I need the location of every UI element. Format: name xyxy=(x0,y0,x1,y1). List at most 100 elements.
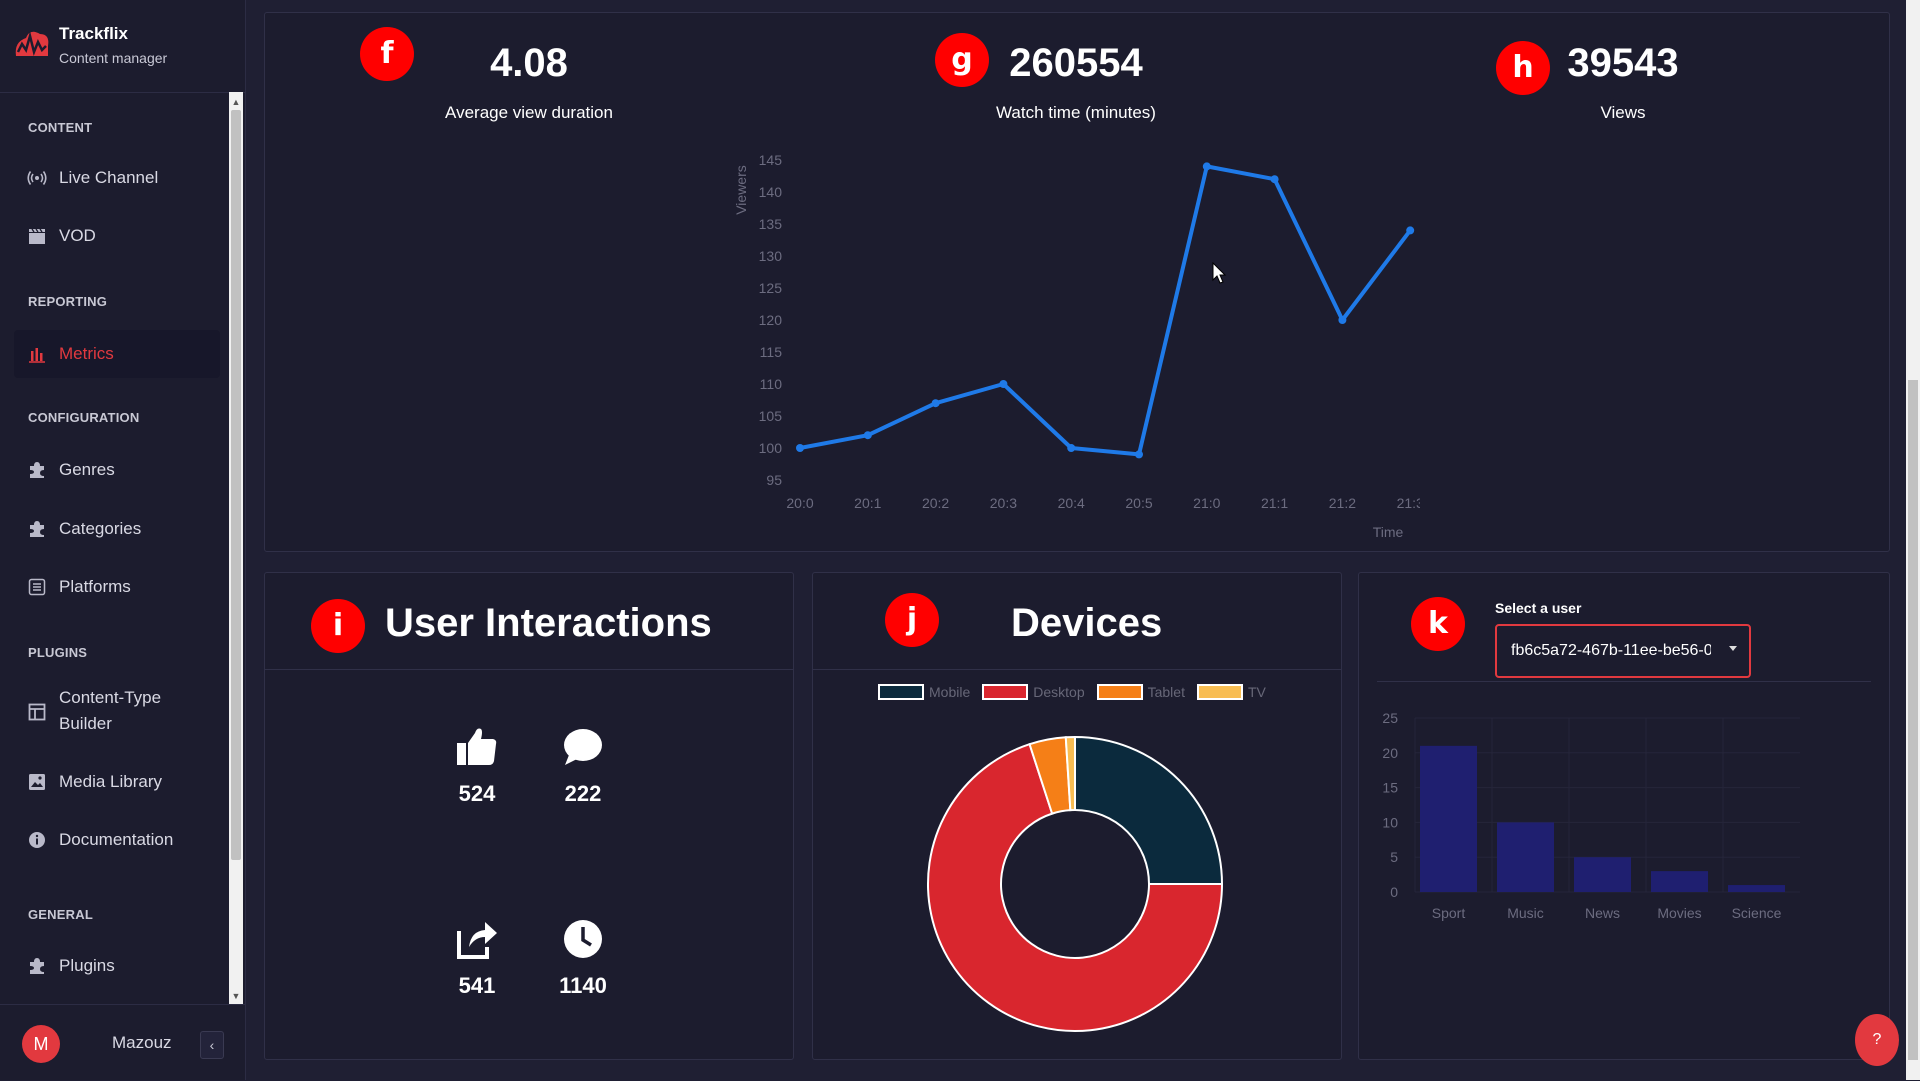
sidebar-item-genres[interactable]: Genres xyxy=(14,446,220,494)
thumbs-up-icon xyxy=(457,728,497,765)
avatar[interactable]: M xyxy=(22,1025,60,1063)
viewers-data-point xyxy=(1270,175,1279,184)
scroll-up-arrow-icon[interactable]: ▲ xyxy=(229,94,243,110)
watch-time-value: 260554 xyxy=(1009,41,1143,85)
x-tick-label: 20:0 xyxy=(786,495,813,511)
sidebar-item-metrics[interactable]: Metrics xyxy=(14,330,220,378)
puzzle-icon xyxy=(27,519,47,539)
y-tick-label: 5 xyxy=(1390,849,1398,865)
legend-swatch[interactable] xyxy=(982,684,1029,700)
user-select[interactable]: fb6c5a72-467b-11ee-be56-0242ac120002 xyxy=(1495,624,1751,678)
mouse-cursor-icon xyxy=(1212,262,1227,284)
section-content: CONTENT xyxy=(28,120,93,135)
legend-label[interactable]: Desktop xyxy=(1033,684,1084,700)
badge-k: k xyxy=(1411,597,1465,651)
viewers-data-point xyxy=(796,444,804,452)
share-icon xyxy=(457,922,497,959)
section-general: GENERAL xyxy=(28,907,93,922)
user-footer: M Mazouz ‹ xyxy=(0,1004,245,1081)
scroll-down-arrow-icon[interactable]: ▼ xyxy=(229,988,243,1004)
x-tick-label: 20:1 xyxy=(854,495,881,511)
page-scrollbar-thumb[interactable] xyxy=(1908,380,1918,1060)
trackflix-logo-icon xyxy=(15,31,49,57)
views-value: 39543 xyxy=(1567,41,1679,85)
donut-slice-mobile xyxy=(1074,735,1224,885)
sidebar-item-label-line2: Builder xyxy=(59,714,112,733)
bar-news xyxy=(1574,857,1631,892)
y-tick-label: 120 xyxy=(759,312,783,328)
broadcast-icon xyxy=(27,168,47,188)
sidebar-item-platforms[interactable]: Platforms xyxy=(14,563,220,611)
sidebar-item-plugins[interactable]: Plugins xyxy=(14,942,220,990)
legend-swatch[interactable] xyxy=(878,684,924,700)
x-tick-label: 20:3 xyxy=(990,495,1017,511)
legend-label[interactable]: Mobile xyxy=(929,684,970,700)
select-user-label: Select a user xyxy=(1495,600,1582,616)
sidebar-item-content-type-builder[interactable]: Content-Type Builder xyxy=(14,680,220,744)
x-tick-label: Music xyxy=(1507,905,1544,921)
brand-subtitle: Content manager xyxy=(59,50,168,66)
viewers-series-line xyxy=(799,164,1412,457)
x-tick-label: Movies xyxy=(1657,905,1701,921)
average-view-duration-value: 4.08 xyxy=(490,41,568,85)
x-tick-label: 21:3 xyxy=(1397,495,1420,511)
sidebar-item-live-channel[interactable]: Live Channel xyxy=(14,154,220,202)
viewers-data-point xyxy=(999,380,1008,388)
sidebar-item-label: Categories xyxy=(59,519,142,538)
sidebar-item-label: Genres xyxy=(59,460,115,479)
sidebar-item-label: VOD xyxy=(59,226,96,245)
y-tick-label: 100 xyxy=(759,440,783,456)
devices-donut-chart xyxy=(927,735,1224,1032)
y-tick-label: 105 xyxy=(759,408,783,424)
legend-swatch[interactable] xyxy=(1096,684,1143,700)
section-plugins: PLUGINS xyxy=(28,645,88,660)
divider xyxy=(1377,681,1871,682)
sidebar-scrollbar-thumb[interactable] xyxy=(231,110,241,860)
brand-title: Trackflix xyxy=(59,24,128,43)
viewers-line-chart: 95 100 105 110 115 120 125 130 135 140 145 20:0 20:1… xyxy=(733,152,1420,540)
brand-header: Trackflix Content manager xyxy=(0,0,245,93)
x-tick-label: 20:5 xyxy=(1125,495,1152,511)
watch-time-count: 1140 xyxy=(559,973,607,998)
legend-label[interactable]: Tablet xyxy=(1148,684,1185,700)
bar-science xyxy=(1728,885,1785,892)
user-interactions-title: User Interactions xyxy=(385,601,712,645)
sidebar-nav: CONTENT Live Channel VOD REPORTING Metri… xyxy=(0,92,228,1002)
y-tick-label: 130 xyxy=(759,248,783,264)
sidebar-item-label: Media Library xyxy=(59,772,162,791)
y-tick-label: 135 xyxy=(759,216,783,232)
sidebar-item-media-library[interactable]: Media Library xyxy=(14,758,220,806)
likes-count: 524 xyxy=(458,781,496,806)
x-tick-label: 21:2 xyxy=(1329,495,1356,511)
sidebar-item-categories[interactable]: Categories xyxy=(14,505,220,553)
sidebar-item-documentation[interactable]: Documentation xyxy=(14,816,220,864)
list-box-icon xyxy=(27,577,47,597)
divider xyxy=(265,669,793,670)
viewers-data-point xyxy=(931,399,940,408)
sidebar-item-label: Plugins xyxy=(59,956,115,975)
y-tick-label: 25 xyxy=(1382,710,1398,726)
badge-j: j xyxy=(885,593,939,647)
x-tick-label: 20:2 xyxy=(922,495,949,511)
sidebar-item-vod[interactable]: VOD xyxy=(14,212,220,260)
chevron-left-icon: ‹ xyxy=(209,1037,215,1053)
x-tick-label: Science xyxy=(1732,905,1782,921)
collapse-sidebar-button[interactable]: ‹ xyxy=(200,1031,224,1059)
legend-label[interactable]: TV xyxy=(1248,684,1266,700)
sidebar: Trackflix Content manager CONTENT Live C… xyxy=(0,0,246,1080)
devices-legend: Mobile Desktop Tablet TV xyxy=(878,682,1278,702)
divider xyxy=(813,669,1341,670)
bar-sport xyxy=(1420,745,1477,892)
viewers-data-point xyxy=(1406,226,1415,235)
y-tick-label: 15 xyxy=(1382,780,1398,796)
legend-swatch[interactable] xyxy=(1196,684,1243,700)
comments-count: 222 xyxy=(564,781,602,806)
user-interactions-card: i User Interactions 524 222 541 1140 xyxy=(264,572,794,1060)
puzzle-icon xyxy=(27,460,47,480)
help-button[interactable]: ? xyxy=(1855,1014,1899,1066)
viewers-data-point xyxy=(863,431,872,440)
y-tick-label: 115 xyxy=(760,344,783,360)
y-tick-label: 125 xyxy=(759,280,783,296)
badge-i: i xyxy=(311,599,365,653)
y-tick-label: 10 xyxy=(1382,814,1398,830)
